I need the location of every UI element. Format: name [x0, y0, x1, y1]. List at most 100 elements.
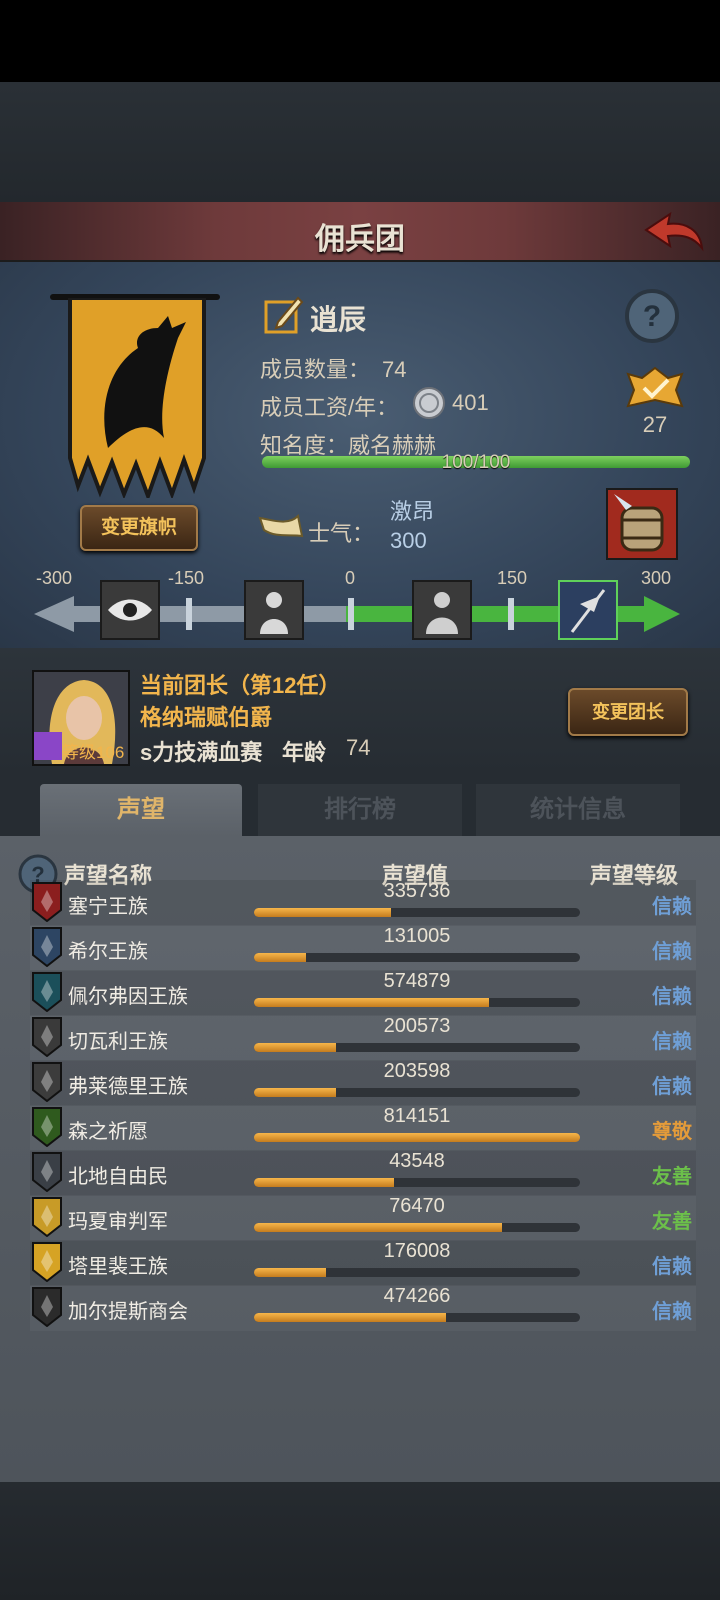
- member-count: 成员数量： 74: [260, 352, 407, 384]
- reputation-bar-fill: [254, 998, 489, 1007]
- calm-figure-icon[interactable]: [412, 580, 472, 640]
- leader-title: 当前团长（第12任）: [140, 673, 341, 698]
- reputation-level: 信赖: [652, 1076, 692, 1098]
- achievement-count: 27: [642, 412, 668, 437]
- morale-state: 激昂: [390, 499, 435, 524]
- faction-crest-icon: [32, 927, 62, 967]
- guild-banner-icon: [68, 298, 206, 498]
- faction-name: 加尔提斯商会: [68, 1301, 188, 1323]
- reputation-row[interactable]: 弗莱德里王族 203598 信赖: [30, 1060, 696, 1106]
- reputation-row[interactable]: 佩尔弗因王族 574879 信赖: [30, 970, 696, 1016]
- reputation-bar-fill: [254, 1088, 336, 1097]
- member-count-value: 74: [382, 357, 407, 382]
- salary-value: 401: [452, 390, 489, 415]
- victory-flag-icon[interactable]: [558, 580, 618, 640]
- faction-name: 弗莱德里王族: [68, 1076, 188, 1098]
- back-arrow-icon[interactable]: [642, 208, 706, 256]
- edit-pen-icon[interactable]: [264, 294, 304, 334]
- salary-label: 成员工资/年：: [260, 395, 399, 420]
- tab-statistics[interactable]: 统计信息: [476, 784, 680, 836]
- reputation-bar: [254, 1268, 580, 1277]
- reputation-bar: [254, 1178, 580, 1187]
- reputation-row[interactable]: 加尔提斯商会 474266 信赖: [30, 1285, 696, 1331]
- reputation-bar-fill: [254, 1178, 395, 1187]
- top-backdrop: [0, 82, 720, 202]
- reputation-bar: [254, 1043, 580, 1052]
- reputation-value: 43548: [389, 1150, 445, 1172]
- morale-tick: -300: [35, 568, 73, 588]
- reputation-value: 474266: [383, 1285, 451, 1307]
- morale-label: 士气：: [308, 521, 375, 546]
- reputation-level: 友善: [652, 1211, 692, 1233]
- help-icon[interactable]: ?: [624, 288, 680, 344]
- faction-crest-icon: [32, 972, 62, 1012]
- svg-text:?: ?: [643, 300, 661, 333]
- reputation-row[interactable]: 希尔王族 131005 信赖: [30, 925, 696, 971]
- reputation-bar-fill: [254, 1223, 502, 1232]
- reputation-bar-fill: [254, 1268, 326, 1277]
- morale-value: 300: [390, 528, 427, 553]
- silver-coin-icon: [413, 387, 445, 419]
- reputation-value: 203598: [383, 1060, 451, 1082]
- reputation-row[interactable]: 北地自由民 43548 友善: [30, 1150, 696, 1196]
- reputation-level: 尊敬: [652, 1121, 692, 1143]
- reputation-level: 信赖: [652, 1031, 692, 1053]
- faction-crest-icon: [32, 1107, 62, 1147]
- leader-age-value: 74: [346, 735, 371, 760]
- reputation-row[interactable]: 森之祈愿 814151 尊敬: [30, 1105, 696, 1151]
- tab-leaderboard[interactable]: 排行榜: [258, 784, 462, 836]
- reputation-value: 200573: [383, 1015, 451, 1037]
- faction-crest-icon: [32, 882, 62, 922]
- reputation-level: 信赖: [652, 1301, 692, 1323]
- faction-name: 森之祈愿: [68, 1121, 148, 1143]
- achievement-badge-icon[interactable]: [624, 366, 686, 412]
- page-title: 佣兵团: [315, 223, 405, 256]
- staff-class-icon: [34, 732, 62, 760]
- watchful-eye-icon[interactable]: [100, 580, 160, 640]
- morale-tick: 150: [496, 568, 528, 588]
- tab-reputation[interactable]: 声望: [40, 784, 242, 836]
- bottom-backdrop: [0, 1482, 720, 1600]
- reputation-row[interactable]: 玛夏审判军 76470 友善: [30, 1195, 696, 1241]
- leader-age-label: 年龄: [282, 740, 327, 765]
- reputation-value: 574879: [383, 970, 451, 992]
- reputation-row[interactable]: 切瓦利王族 200573 信赖: [30, 1015, 696, 1061]
- reputation-bar-fill: [254, 1133, 580, 1142]
- faction-crest-icon: [32, 1197, 62, 1237]
- morale-tick: -150: [167, 568, 205, 588]
- reputation-bar-fill: [254, 1043, 336, 1052]
- faction-crest-icon: [32, 1062, 62, 1102]
- faction-name: 北地自由民: [68, 1166, 168, 1188]
- guild-name: 逍辰: [310, 304, 367, 335]
- member-count-label: 成员数量：: [260, 357, 371, 382]
- reputation-value: 335736: [383, 880, 451, 902]
- reputation-bar: [254, 1133, 580, 1142]
- reputation-row[interactable]: 塞宁王族 335736 信赖: [30, 880, 696, 926]
- reputation-bar-fill: [254, 1313, 447, 1322]
- leader-name: 格纳瑞赋伯爵: [140, 705, 273, 730]
- morale-tick: 300: [640, 568, 672, 588]
- reputation-value: 131005: [383, 925, 451, 947]
- faction-crest-icon: [32, 1287, 62, 1327]
- faction-name: 玛夏审判军: [68, 1211, 168, 1233]
- reputation-value: 76470: [389, 1195, 445, 1217]
- reputation-bar: [254, 1313, 580, 1322]
- ale-keg-icon[interactable]: [606, 488, 678, 560]
- change-banner-button[interactable]: 变更旗帜: [80, 505, 198, 551]
- faction-name: 塔里裴王族: [68, 1256, 168, 1278]
- reputation-level: 信赖: [652, 986, 692, 1008]
- morale-tick: 0: [344, 568, 355, 588]
- reputation-row[interactable]: 塔里裴王族 176008 信赖: [30, 1240, 696, 1286]
- faction-name: 切瓦利王族: [68, 1031, 168, 1053]
- title-bar: 佣兵团: [0, 202, 720, 263]
- fame-progress-text: 100/100: [441, 452, 511, 473]
- faction-name: 希尔王族: [68, 941, 148, 963]
- reputation-level: 信赖: [652, 896, 692, 918]
- despair-figure-icon[interactable]: [244, 580, 304, 640]
- faction-crest-icon: [32, 1242, 62, 1282]
- faction-name: 佩尔弗因王族: [68, 986, 188, 1008]
- faction-crest-icon: [32, 1017, 62, 1057]
- reputation-level: 信赖: [652, 1256, 692, 1278]
- reputation-bar: [254, 998, 580, 1007]
- change-leader-button[interactable]: 变更团长: [568, 688, 688, 736]
